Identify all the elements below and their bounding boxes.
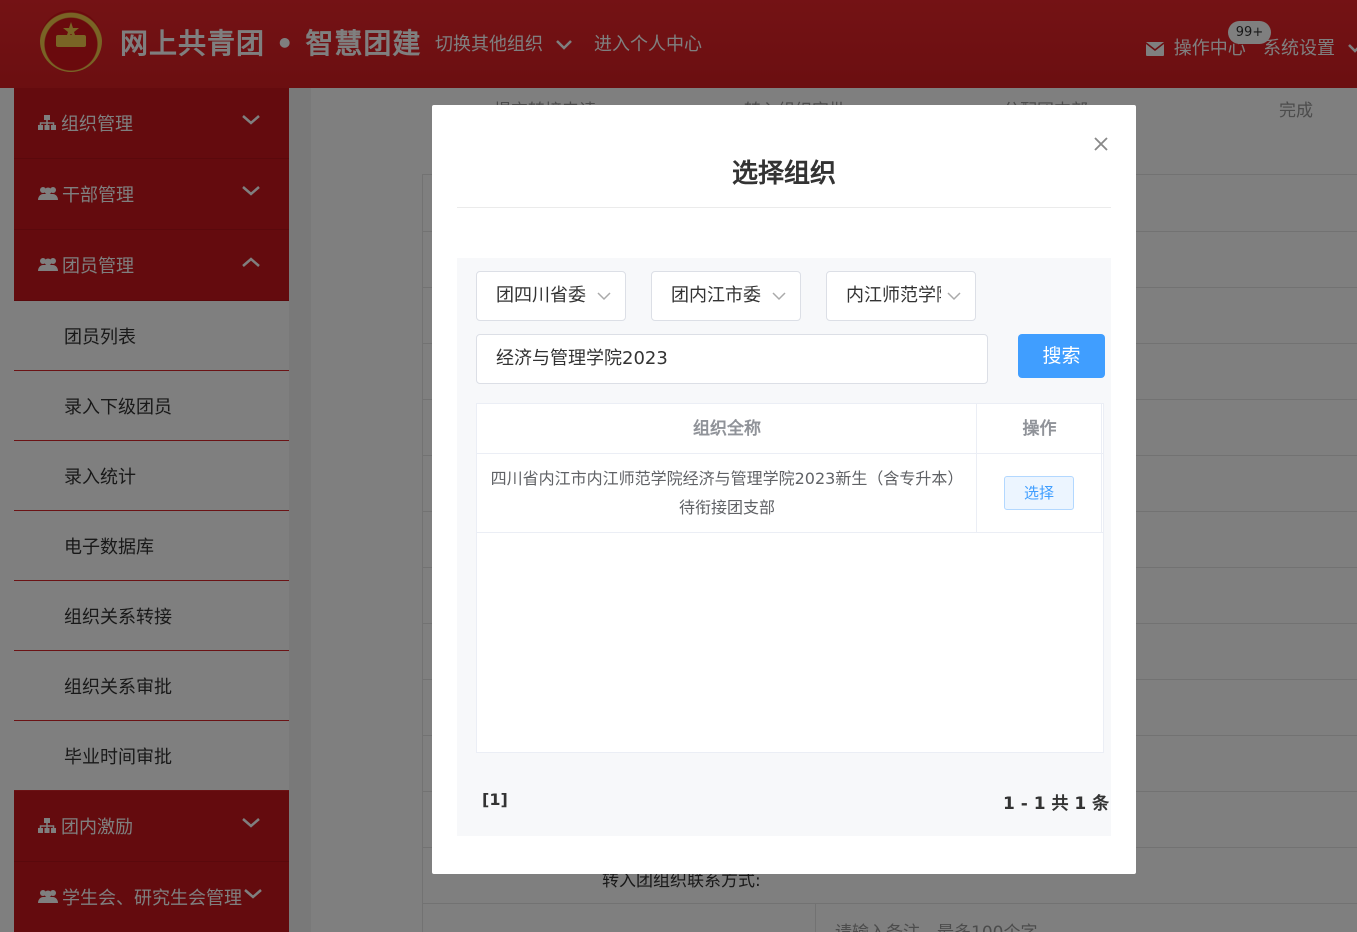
org-search-input[interactable]: 经济与管理学院2023: [476, 334, 988, 384]
chevron-down-icon: [947, 292, 961, 301]
column-header-action: 操作: [1022, 419, 1057, 439]
province-select-value: 团四川省委: [496, 285, 586, 306]
school-select[interactable]: 内江师范学院: [826, 271, 976, 321]
search-button[interactable]: 搜索: [1018, 334, 1105, 378]
org-name-line2: 待衔接团支部: [678, 498, 775, 517]
modal-title: 选择组织: [731, 159, 836, 189]
table-row: 四川省内江市内江师范学院经济与管理学院2023新生（含专升本） 待衔接团支部: [485, 464, 969, 522]
chevron-down-icon: [772, 292, 786, 301]
province-select[interactable]: 团四川省委: [476, 271, 626, 321]
city-select-value: 团内江市委: [671, 285, 761, 306]
chevron-down-icon: [597, 292, 611, 301]
select-org-modal: 选择组织 团四川省委 团内江市委 内江师范学院 经济与管理学院2023 搜索 组…: [432, 105, 1136, 874]
close-icon[interactable]: [1092, 135, 1110, 153]
org-name-line1: 四川省内江市内江师范学院经济与管理学院2023新生（含专升本）: [490, 469, 964, 488]
school-select-value: 内江师范学院: [846, 285, 941, 306]
select-org-button[interactable]: 选择: [1004, 476, 1074, 510]
pagination-pages[interactable]: [1]: [482, 790, 508, 809]
column-header-org-name: 组织全称: [693, 419, 761, 439]
org-result-table: 组织全称 操作 四川省内江市内江师范学院经济与管理学院2023新生（含专升本） …: [476, 403, 1104, 753]
pagination-summary: 1 - 1 共 1 条: [1003, 794, 1110, 814]
city-select[interactable]: 团内江市委: [651, 271, 801, 321]
search-panel: 团四川省委 团内江市委 内江师范学院 经济与管理学院2023 搜索 组织全称 操…: [457, 258, 1111, 836]
